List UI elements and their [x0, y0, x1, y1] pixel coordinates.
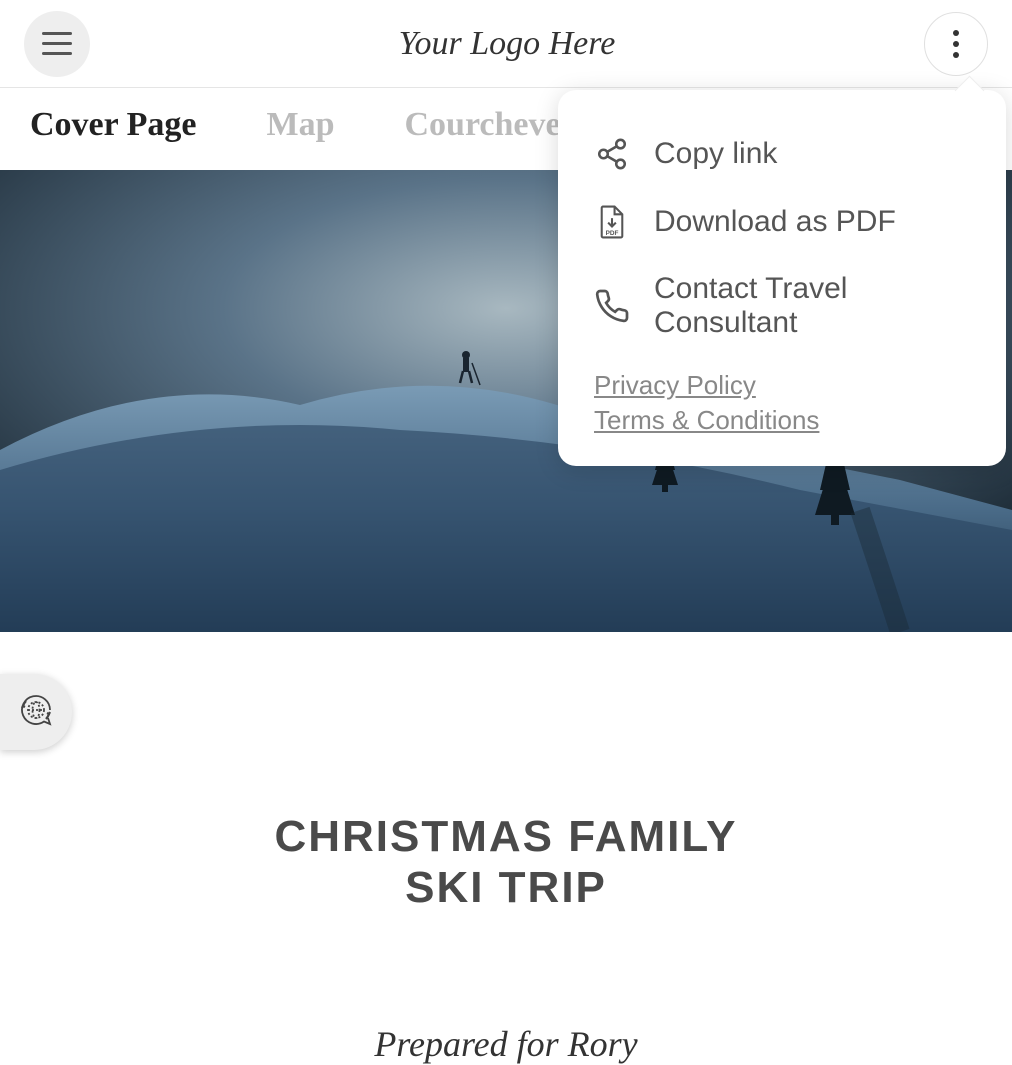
kebab-icon — [953, 30, 959, 58]
tab-cover-page[interactable]: Cover Page — [30, 106, 196, 144]
hamburger-icon — [42, 32, 72, 55]
menu-item-copy-link[interactable]: Copy link — [594, 120, 970, 188]
logo: Your Logo Here — [399, 25, 616, 63]
hamburger-menu-button[interactable] — [24, 11, 90, 77]
link-privacy-policy[interactable]: Privacy Policy — [594, 368, 970, 403]
tab-courchevel[interactable]: Courchevel — [404, 106, 570, 144]
dropdown-links: Privacy Policy Terms & Conditions — [594, 364, 970, 438]
share-icon — [594, 136, 630, 172]
pdf-icon: PDF — [594, 204, 630, 240]
menu-item-download-pdf[interactable]: PDF Download as PDF — [594, 188, 970, 256]
svg-text:PDF: PDF — [606, 230, 619, 237]
more-options-button[interactable] — [924, 12, 988, 76]
menu-item-label: Copy link — [654, 137, 777, 171]
header: Your Logo Here — [0, 0, 1012, 88]
title-line-1: CHRISTMAS FAMILY — [274, 812, 737, 861]
title-line-2: SKI TRIP — [405, 863, 607, 912]
link-terms-conditions[interactable]: Terms & Conditions — [594, 403, 970, 438]
phone-icon — [594, 288, 630, 324]
tab-map[interactable]: Map — [266, 106, 334, 144]
menu-item-label: Download as PDF — [654, 205, 896, 239]
page-subtitle: Prepared for Rory — [0, 1023, 1012, 1065]
globe-chat-icon — [16, 692, 56, 732]
menu-item-contact-consultant[interactable]: Contact Travel Consultant — [594, 256, 970, 356]
menu-item-label: Contact Travel Consultant — [654, 272, 970, 340]
content-area: CHRISTMAS FAMILY SKI TRIP Prepared for R… — [0, 632, 1012, 1065]
dropdown-menu: Copy link PDF Download as PDF Contact Tr… — [558, 90, 1006, 466]
page-title: CHRISTMAS FAMILY SKI TRIP — [0, 812, 1012, 913]
